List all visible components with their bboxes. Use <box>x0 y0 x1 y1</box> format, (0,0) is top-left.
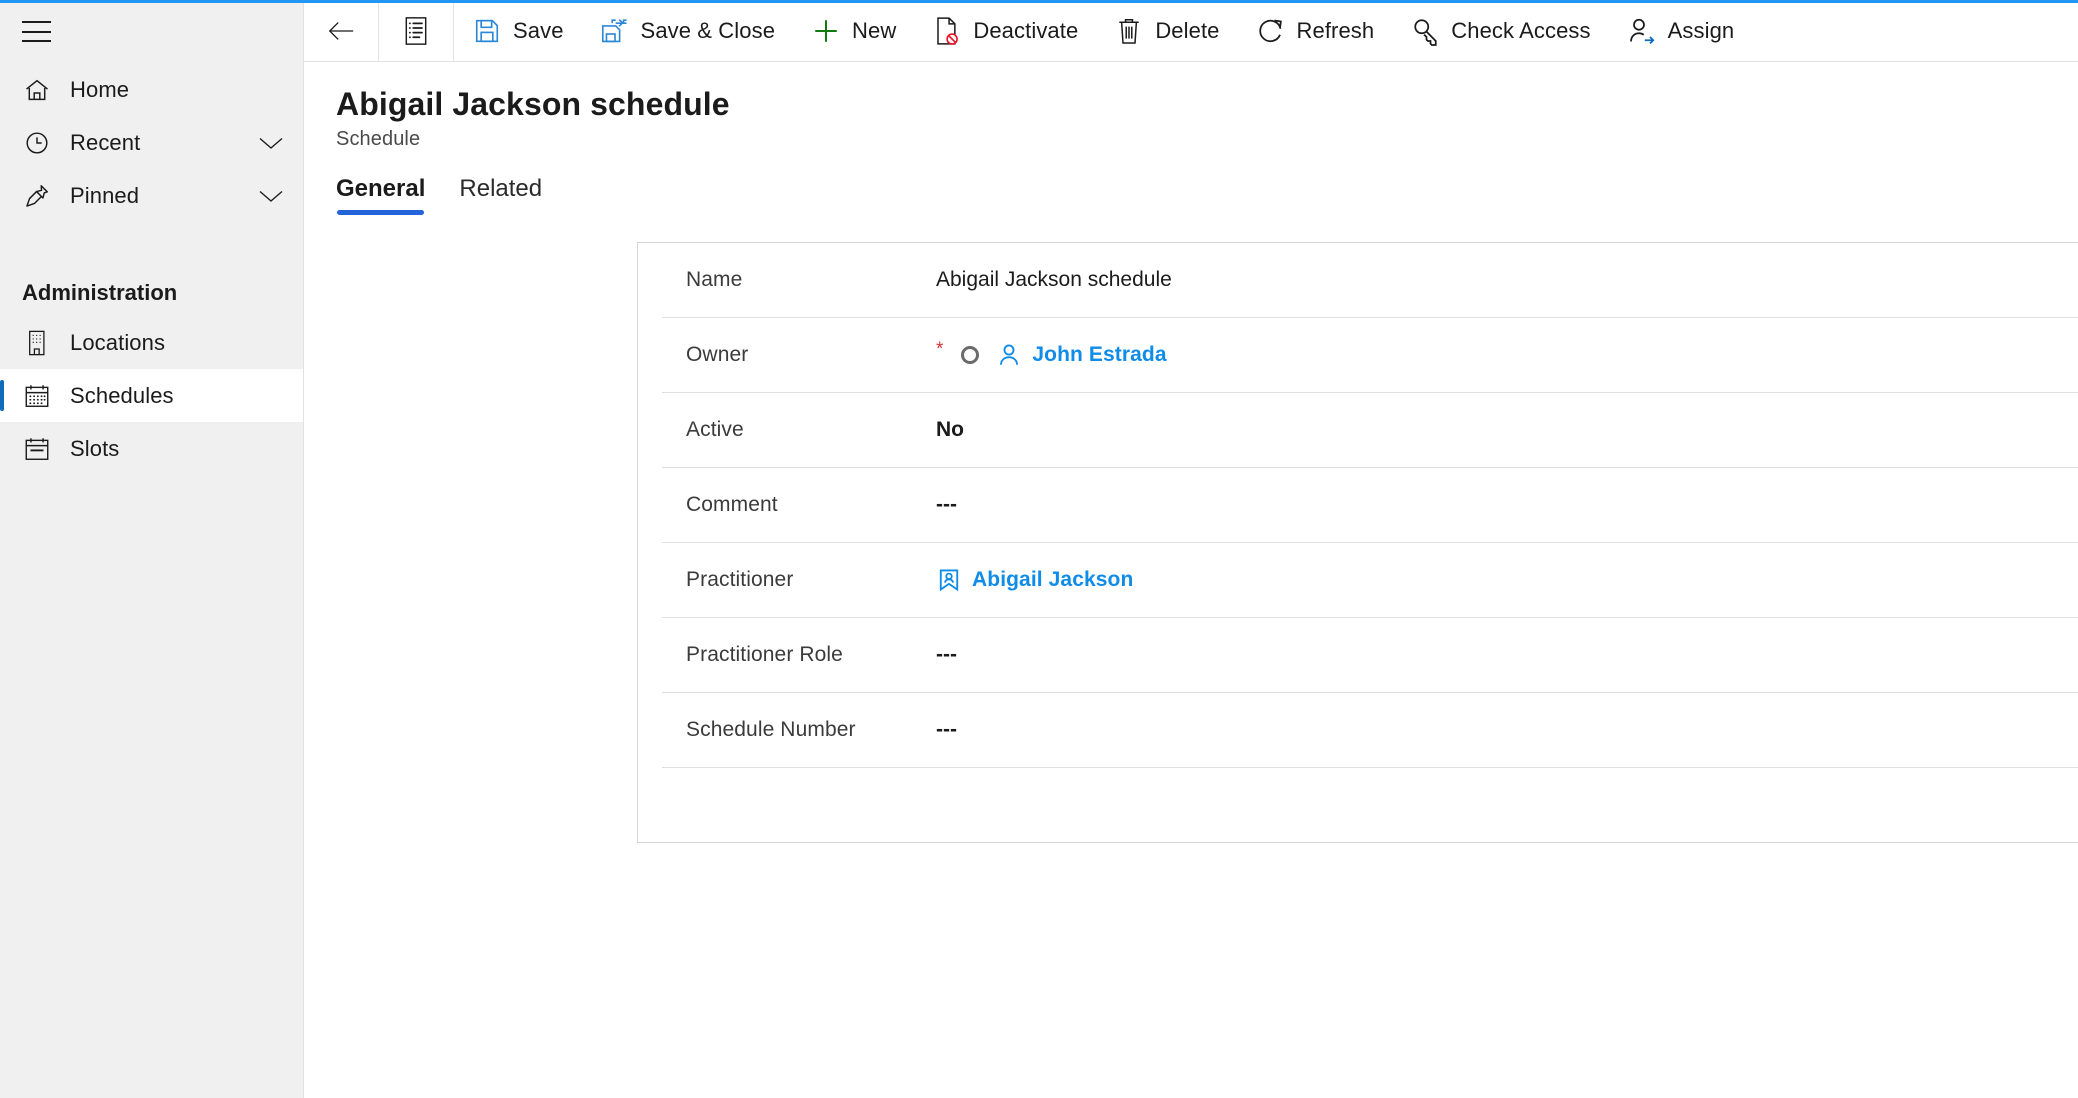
sitemap-toggle[interactable] <box>0 0 303 63</box>
field-row-owner: Owner * John Estrada <box>662 318 2078 393</box>
required-asterisk: * <box>936 339 944 361</box>
field-label: Name <box>686 267 743 291</box>
sidebar: Home Recent Pinned Administration Locati… <box>0 0 304 1098</box>
save-icon <box>472 16 502 46</box>
command-label: Refresh <box>1296 17 1375 43</box>
field-label: Owner <box>686 342 749 366</box>
field-row-active: Active No <box>662 393 2078 468</box>
command-label: Deactivate <box>973 17 1079 43</box>
command-label: Check Access <box>1451 17 1591 43</box>
plus-icon <box>811 16 841 46</box>
top-accent-bar <box>0 0 2078 3</box>
refresh-icon <box>1256 16 1286 46</box>
sidebar-item-label: Slots <box>70 435 120 461</box>
key-icon <box>1410 16 1440 46</box>
field-label: Practitioner <box>686 567 794 591</box>
page-title: Abigail Jackson schedule <box>336 86 730 122</box>
presence-indicator-icon <box>961 345 980 364</box>
field-value-practitioner[interactable]: Abigail Jackson <box>936 567 1133 593</box>
field-row-practitioner: Practitioner Abigail Jackson <box>662 543 2078 618</box>
building-icon <box>22 328 52 358</box>
refresh-button[interactable]: Refresh <box>1238 0 1393 61</box>
deactivate-icon <box>932 16 962 46</box>
field-row-practitioner-role: Practitioner Role --- <box>662 618 2078 693</box>
sidebar-item-label: Schedules <box>70 382 174 408</box>
sidebar-item-locations[interactable]: Locations <box>0 316 303 369</box>
practitioner-link[interactable]: Abigail Jackson <box>972 568 1133 592</box>
command-label: Delete <box>1155 17 1220 43</box>
field-value-comment[interactable]: --- <box>936 493 957 517</box>
owner-link[interactable]: John Estrada <box>1032 343 1166 367</box>
field-value-active[interactable]: No <box>936 418 964 442</box>
trash-icon <box>1114 16 1144 46</box>
form-selector-icon <box>401 16 431 46</box>
back-arrow-icon <box>326 16 356 46</box>
field-value-name[interactable]: Abigail Jackson schedule <box>936 268 1172 292</box>
tab-related[interactable]: Related <box>459 175 542 215</box>
field-label: Active <box>686 417 744 441</box>
save-and-close-button[interactable]: Save & Close <box>582 0 794 61</box>
record-header: Abigail Jackson schedule Schedule <box>304 62 2078 151</box>
check-access-button[interactable]: Check Access <box>1392 0 1608 61</box>
field-label: Comment <box>686 492 778 516</box>
save-button[interactable]: Save <box>454 0 582 61</box>
sidebar-item-slots[interactable]: Slots <box>0 422 303 475</box>
field-label: Schedule Number <box>686 717 856 741</box>
contact-card-icon <box>936 567 962 593</box>
calendar-day-icon <box>22 434 52 464</box>
sidebar-item-recent[interactable]: Recent <box>0 116 303 169</box>
new-button[interactable]: New <box>793 0 914 61</box>
delete-button[interactable]: Delete <box>1096 0 1237 61</box>
field-label: Practitioner Role <box>686 642 843 666</box>
field-row-comment: Comment --- <box>662 468 2078 543</box>
form-selector-button[interactable] <box>379 0 453 61</box>
field-empty-value: --- <box>936 642 957 666</box>
sidebar-section-title: Administration <box>22 280 178 305</box>
body-row: Home Recent Pinned Administration Locati… <box>0 0 2078 1098</box>
sidebar-item-schedules[interactable]: Schedules <box>0 369 303 422</box>
field-row-schedule-number: Schedule Number --- <box>662 693 2078 768</box>
home-icon <box>22 75 52 105</box>
sidebar-item-pinned[interactable]: Pinned <box>0 169 303 222</box>
command-label: New <box>852 17 897 43</box>
command-label: Save <box>513 17 564 43</box>
command-label: Assign <box>1667 17 1735 43</box>
deactivate-button[interactable]: Deactivate <box>914 0 1096 61</box>
calendar-grid-icon <box>22 381 52 411</box>
command-bar: Save Save & Close New Deactivate Delete … <box>304 0 2078 62</box>
sidebar-item-home[interactable]: Home <box>0 63 303 116</box>
tab-strip: General Related <box>304 175 2078 215</box>
command-label: Save & Close <box>640 17 776 43</box>
pin-icon <box>22 181 52 211</box>
main-area: Save Save & Close New Deactivate Delete … <box>304 0 2078 1098</box>
tab-general[interactable]: General <box>336 175 425 215</box>
clock-icon <box>22 128 52 158</box>
form-card: Name Abigail Jackson schedule Owner * Jo… <box>637 241 2078 843</box>
chevron-down-icon[interactable] <box>257 134 285 152</box>
person-icon <box>996 342 1022 368</box>
back-button[interactable] <box>304 0 378 61</box>
assign-button[interactable]: Assign <box>1609 0 1753 61</box>
app-window: Home Recent Pinned Administration Locati… <box>0 0 2078 1098</box>
field-row-name: Name Abigail Jackson schedule <box>662 243 2078 318</box>
assign-user-icon <box>1627 16 1657 46</box>
field-value-practitioner-role[interactable]: --- <box>936 643 957 667</box>
sidebar-item-label: Recent <box>70 129 141 155</box>
field-value-schedule-number[interactable]: --- <box>936 718 957 742</box>
hamburger-icon[interactable] <box>22 21 51 42</box>
sidebar-item-label: Home <box>70 76 130 102</box>
field-empty-value: --- <box>936 717 957 741</box>
field-empty-value: --- <box>936 492 957 516</box>
chevron-down-icon[interactable] <box>257 187 285 205</box>
save-and-close-icon <box>600 16 630 46</box>
field-value-owner[interactable]: * John Estrada <box>936 339 1167 368</box>
field-text: Abigail Jackson schedule <box>936 267 1172 291</box>
sidebar-item-label: Locations <box>70 329 166 355</box>
entity-type-label: Schedule <box>336 127 421 150</box>
sidebar-item-label: Pinned <box>70 182 140 208</box>
field-text: No <box>936 417 964 441</box>
form-bottom-spacer <box>638 768 2078 843</box>
